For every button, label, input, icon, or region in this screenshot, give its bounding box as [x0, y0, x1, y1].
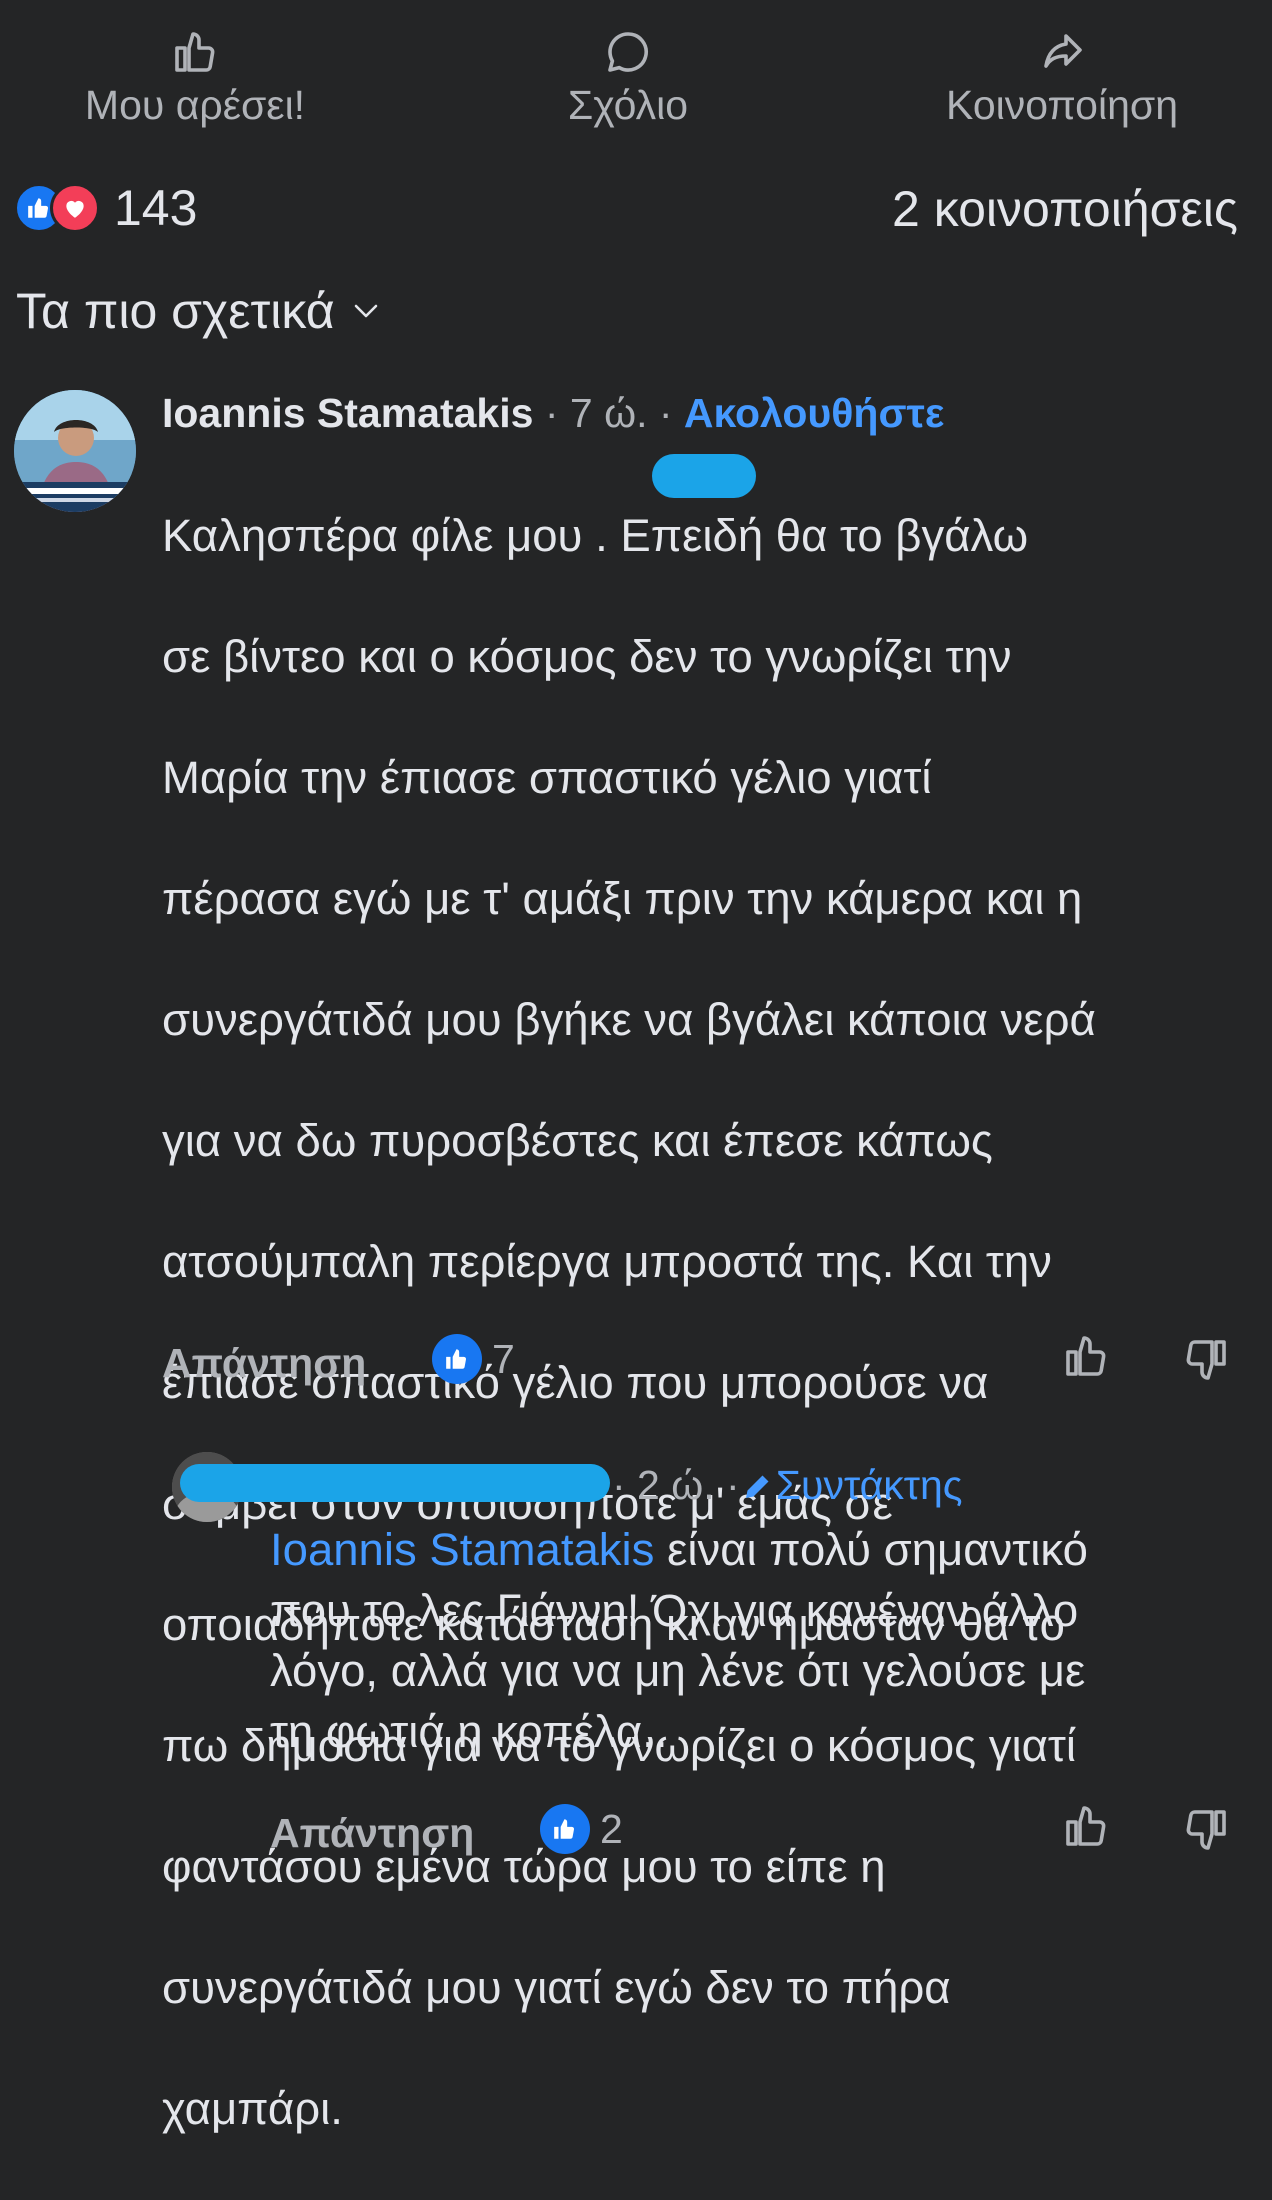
reaction-summary[interactable]: 143 [14, 176, 197, 240]
reply-timestamp: · 2 ώ. · [612, 1462, 740, 1508]
reply-line: που το λες Γιάννη! Όχι για κανέναν άλλο [270, 1584, 1079, 1636]
comment-button-label: Σχόλιο [567, 82, 689, 128]
comment-line: Καλησπέρα φίλε μου . Επειδή θα το βγάλω [162, 509, 1029, 561]
upvote-button[interactable] [1062, 1332, 1110, 1385]
thumbs-up-icon [1066, 1336, 1106, 1376]
sort-label: Τα πιο σχετικά [16, 283, 335, 339]
comment-line: για να δω πυροσβέστες και έπεσε κάπως [162, 1114, 993, 1166]
editor-label: Συντάκτης [775, 1462, 963, 1508]
comment-timestamp: · 7 ώ. · [533, 390, 684, 436]
comment-line: Μαρία την έπιασε σπαστικό γέλιο γιατί [162, 751, 932, 803]
follow-button[interactable]: Ακολουθήστε [684, 390, 944, 436]
pencil-icon [745, 1475, 769, 1498]
avatar[interactable] [14, 390, 136, 512]
reply-button[interactable]: Απάντηση [270, 1810, 474, 1857]
share-arrow-icon [1044, 34, 1082, 68]
like-reaction-icon [540, 1804, 590, 1854]
comment-bubble-icon [608, 32, 648, 72]
comment-author-name[interactable]: Ioannis Stamatakis [162, 390, 533, 436]
chevron-down-icon [354, 304, 378, 318]
reply-text: είναι πολύ σημαντικό [654, 1524, 1088, 1575]
reaction-count: 143 [114, 180, 198, 236]
comment-header: Ioannis Stamatakis · 7 ώ. · Ακολουθήστε [162, 390, 944, 437]
post-action-bar: Μου αρέσει! Σχόλιο Κοινοποίηση [0, 0, 1272, 150]
share-button[interactable]: Κοινοποίηση [912, 28, 1212, 129]
comment-line: συνεργάτιδά μου γιατί εγώ δεν το πήρα [162, 1961, 951, 2013]
upvote-button[interactable] [1062, 1802, 1110, 1855]
reply-header: · 2 ώ. · Συντάκτης [612, 1462, 963, 1509]
thumbs-down-icon [1186, 1810, 1226, 1850]
comment-line: χαμπάρι. [162, 2082, 343, 2134]
redaction-mark [180, 1464, 610, 1502]
like-reaction-icon [432, 1334, 482, 1384]
reply-line: Ioannis Stamatakis είναι πολύ σημαντικό [270, 1520, 1230, 1581]
reply-body: Ioannis Stamatakis είναι πολύ σημαντικό … [270, 1520, 1230, 1762]
comment-line: συνεργάτιδά μου βγήκε να βγάλει κάποια ν… [162, 993, 1096, 1045]
comment-line: ατσούμπαλη περίεργα μπροστά της. Και την [162, 1235, 1052, 1287]
redaction-mark [652, 454, 756, 498]
reply-like-count: 2 [600, 1805, 623, 1852]
comment-reactions[interactable]: 7 [432, 1334, 515, 1384]
reply-button[interactable]: Απάντηση [162, 1340, 366, 1387]
thumbs-down-icon [1186, 1340, 1226, 1380]
downvote-button[interactable] [1182, 1806, 1230, 1859]
comment-button[interactable]: Σχόλιο [478, 28, 778, 129]
comment-like-count: 7 [492, 1335, 515, 1382]
like-button-label: Μου αρέσει! [84, 82, 306, 128]
reply-line: τη φωτιά η κοπέλα.. [270, 1705, 668, 1757]
mention-link[interactable]: Ioannis Stamatakis [270, 1524, 654, 1575]
comment-body: Καλησπέρα φίλε μου . Επειδή θα το βγάλω … [162, 445, 1242, 2200]
love-reaction-icon [50, 183, 100, 233]
comment-line: σε βίντεο και ο κόσμος δεν το γνωρίζει τ… [162, 630, 1012, 682]
downvote-button[interactable] [1182, 1336, 1230, 1389]
comment-line: πέρασα εγώ με τ' αμάξι πριν την κάμερα κ… [162, 872, 1083, 924]
thumbs-up-icon [175, 32, 215, 72]
reply-reactions[interactable]: 2 [540, 1804, 623, 1854]
thumbs-up-icon [1066, 1806, 1106, 1846]
like-button[interactable]: Μου αρέσει! [45, 28, 345, 129]
share-button-label: Κοινοποίηση [945, 82, 1178, 128]
comment-sort-selector[interactable]: Τα πιο σχετικά [16, 282, 379, 340]
shares-count[interactable]: 2 κοινοποιήσεις [892, 180, 1238, 238]
editor-badge[interactable]: Συντάκτης [740, 1462, 963, 1509]
reply-line: λόγο, αλλά για να μη λένε ότι γελούσε με [270, 1645, 1086, 1696]
